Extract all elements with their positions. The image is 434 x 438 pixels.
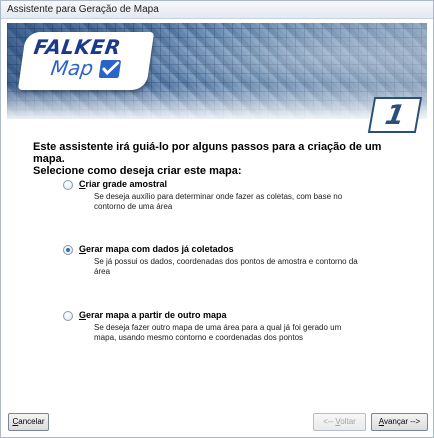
header-banner: FALKER Map xyxy=(7,23,427,119)
intro-line-1: Este assistente irá guiá-lo por alguns p… xyxy=(33,141,382,165)
radio-create-sample-grid[interactable] xyxy=(63,180,73,190)
banner-fade xyxy=(7,85,427,119)
falker-map-logo: FALKER Map xyxy=(17,32,155,90)
logo-sub: Map xyxy=(49,56,95,80)
next-button[interactable]: Avançar --> xyxy=(371,413,428,431)
back-button[interactable]: <-- Voltar xyxy=(313,413,366,431)
intro-line-2: Selecione como deseja criar este mapa: xyxy=(33,165,242,177)
option-label-map-from-other-map[interactable]: Gerar mapa a partir de outro mapa xyxy=(79,310,227,320)
option-label-create-sample-grid[interactable]: Criar grade amostral xyxy=(79,179,167,189)
map-check-icon xyxy=(98,60,121,78)
option-description-create-sample-grid: Se deseja auxílio para determinar onde f… xyxy=(94,192,343,211)
option-label-map-from-collected-data[interactable]: Gerar mapa com dados já coletados xyxy=(79,244,234,254)
radio-map-from-other-map[interactable] xyxy=(63,311,73,321)
option-description-map-from-other-map: Se deseja fazer outro mapa de uma área p… xyxy=(94,323,342,342)
option-description-map-from-collected-data: Se já possui os dados, coordenadas dos p… xyxy=(94,257,358,276)
cancel-button[interactable]: Cancelar xyxy=(8,413,49,431)
window-title: Assistente para Geração de Mapa xyxy=(7,4,159,15)
step-number-badge: 1 xyxy=(367,97,423,133)
title-bar[interactable]: Assistente para Geração de Mapa xyxy=(1,1,433,19)
step-number: 1 xyxy=(382,100,408,131)
wizard-window: Assistente para Geração de Mapa FALKER M… xyxy=(0,0,434,438)
intro-text: Este assistente irá guiá-lo por alguns p… xyxy=(33,141,413,177)
radio-map-from-collected-data[interactable] xyxy=(63,245,73,255)
